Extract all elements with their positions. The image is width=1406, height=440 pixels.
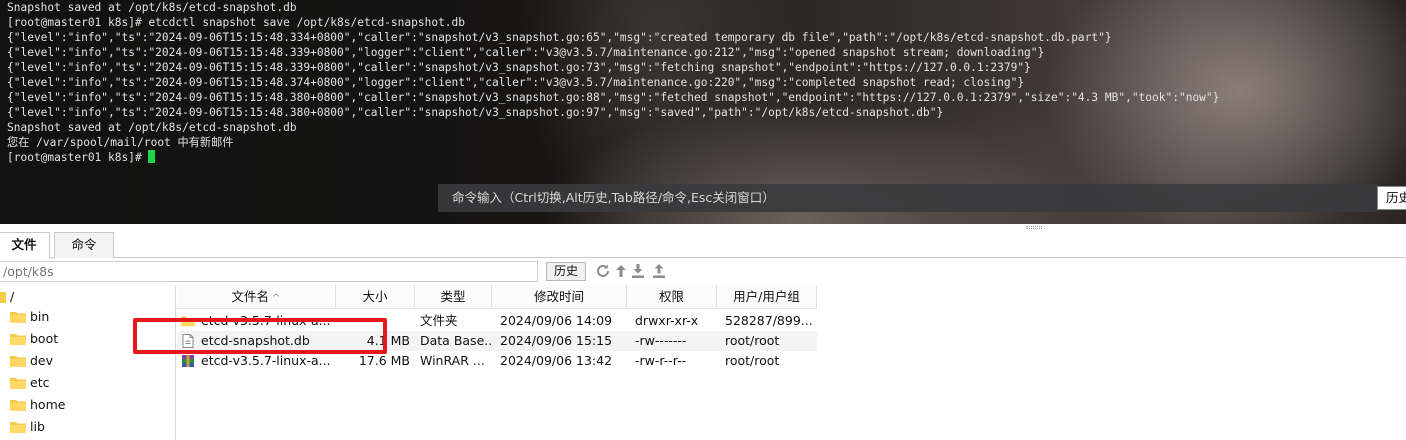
column-header-modified[interactable]: 修改时间 [492, 285, 627, 309]
folder-icon [10, 400, 26, 411]
folder-icon [10, 334, 26, 345]
directory-tree: / bin boot dev etc home lib [0, 285, 176, 440]
column-header-type[interactable]: 类型 [415, 285, 492, 309]
path-input[interactable]: /opt/k8s [0, 261, 538, 282]
tab-commands[interactable]: 命令 [54, 232, 114, 258]
terminal-pane[interactable]: Snapshot saved at /opt/k8s/etcd-snapshot… [0, 0, 1406, 224]
column-header-size[interactable]: 大小 [336, 285, 415, 309]
terminal-line: {"level":"info","ts":"2024-09-06T15:15:4… [7, 91, 1220, 104]
tab-files[interactable]: 文件 [0, 232, 50, 259]
tree-item-label: dev [30, 353, 54, 368]
file-permissions: -rw------- [635, 333, 687, 348]
file-row[interactable]: etcd-v3.5.7-linux-a... 17.6 MB WinRAR ..… [177, 351, 817, 371]
terminal-prompt: [root@master01 k8s]# [7, 151, 149, 164]
splitter-grip[interactable] [1026, 226, 1042, 229]
tree-item-bin[interactable]: bin [10, 307, 110, 327]
file-modified: 2024/09/06 13:42 [500, 353, 613, 368]
file-modified: 2024/09/06 15:15 [500, 333, 613, 348]
file-owner: 528287/899... [725, 313, 813, 328]
column-header-name[interactable]: 文件名 ^ [177, 285, 336, 309]
tree-item-root[interactable]: / [0, 287, 58, 307]
terminal-line: Snapshot saved at /opt/k8s/etcd-snapshot… [7, 1, 297, 14]
terminal-line: 您在 /var/spool/mail/root 中有新邮件 [7, 136, 234, 149]
tree-item-label: / [10, 289, 15, 304]
tree-item-etc[interactable]: etc [10, 373, 110, 393]
tree-item-label: bin [30, 309, 50, 324]
terminal-line: [root@master01 k8s]# etcdctl snapshot sa… [7, 16, 466, 29]
up-arrow-icon[interactable] [613, 263, 629, 279]
file-permissions: -rw-r--r-- [635, 353, 687, 368]
download-icon[interactable] [630, 263, 646, 279]
tree-item-label: lib [30, 419, 45, 434]
terminal-line: {"level":"info","ts":"2024-09-06T15:15:4… [7, 31, 1112, 44]
file-type: 文件夹 [420, 313, 458, 328]
file-name: etcd-v3.5.7-linux-a... [201, 353, 331, 368]
folder-icon [10, 312, 26, 323]
tree-item-home[interactable]: home [10, 395, 110, 415]
terminal-line: Snapshot saved at /opt/k8s/etcd-snapshot… [7, 121, 297, 134]
tree-item-boot[interactable]: boot [10, 329, 110, 349]
path-bar: /opt/k8s 历史 [0, 259, 1406, 283]
terminal-line: {"level":"info","ts":"2024-09-06T15:15:4… [7, 106, 944, 119]
terminal-line: {"level":"info","ts":"2024-09-06T15:15:4… [7, 76, 1025, 89]
upload-icon[interactable] [651, 263, 667, 279]
tree-item-label: home [30, 397, 66, 412]
tree-item-dev[interactable]: dev [10, 351, 110, 371]
terminal-output: Snapshot saved at /opt/k8s/etcd-snapshot… [7, 0, 1219, 165]
file-list: 文件名 ^ 大小 类型 修改时间 权限 用户/用户组 etcd-v3.5.7-li… [177, 285, 1406, 440]
terminal-cursor [148, 150, 156, 163]
file-owner: root/root [725, 333, 780, 348]
command-input-bar[interactable]: 命令输入（Ctrl切换,Alt历史,Tab路径/命令,Esc关闭窗口） [438, 184, 1378, 212]
highlight-annotation-box [133, 318, 387, 354]
terminal-prompt-line[interactable]: [root@master01 k8s]# [7, 150, 1219, 165]
tree-item-lib[interactable]: lib [10, 417, 110, 437]
file-type: WinRAR ... [420, 353, 485, 368]
folder-icon [10, 422, 26, 433]
folder-icon [10, 378, 26, 389]
tree-item-label: boot [30, 331, 59, 346]
folder-icon [10, 356, 26, 367]
file-type: Data Base... [420, 333, 492, 348]
pane-splitter[interactable] [0, 224, 1406, 232]
column-header-owner[interactable]: 用户/用户组 [717, 285, 817, 309]
terminal-line: {"level":"info","ts":"2024-09-06T15:15:4… [7, 46, 1045, 59]
file-list-header: 文件名 ^ 大小 类型 修改时间 权限 用户/用户组 [177, 285, 817, 309]
file-modified: 2024/09/06 14:09 [500, 313, 613, 328]
folder-icon [0, 292, 6, 303]
tab-strip: 文件 命令 [0, 232, 1406, 259]
file-owner: root/root [725, 353, 780, 368]
file-permissions: drwxr-xr-x [635, 313, 699, 328]
archive-icon [182, 355, 194, 367]
sort-ascending-icon: ^ [272, 293, 281, 304]
column-header-label: 文件名 [231, 289, 270, 304]
tree-item-label: etc [30, 375, 50, 390]
file-size: 17.6 MB [358, 353, 410, 368]
command-history-button[interactable]: 历史 [1377, 186, 1406, 210]
terminal-line: {"level":"info","ts":"2024-09-06T15:15:4… [7, 61, 1031, 74]
column-header-permissions[interactable]: 权限 [627, 285, 717, 309]
refresh-icon[interactable] [595, 263, 611, 279]
path-history-button[interactable]: 历史 [546, 262, 586, 281]
